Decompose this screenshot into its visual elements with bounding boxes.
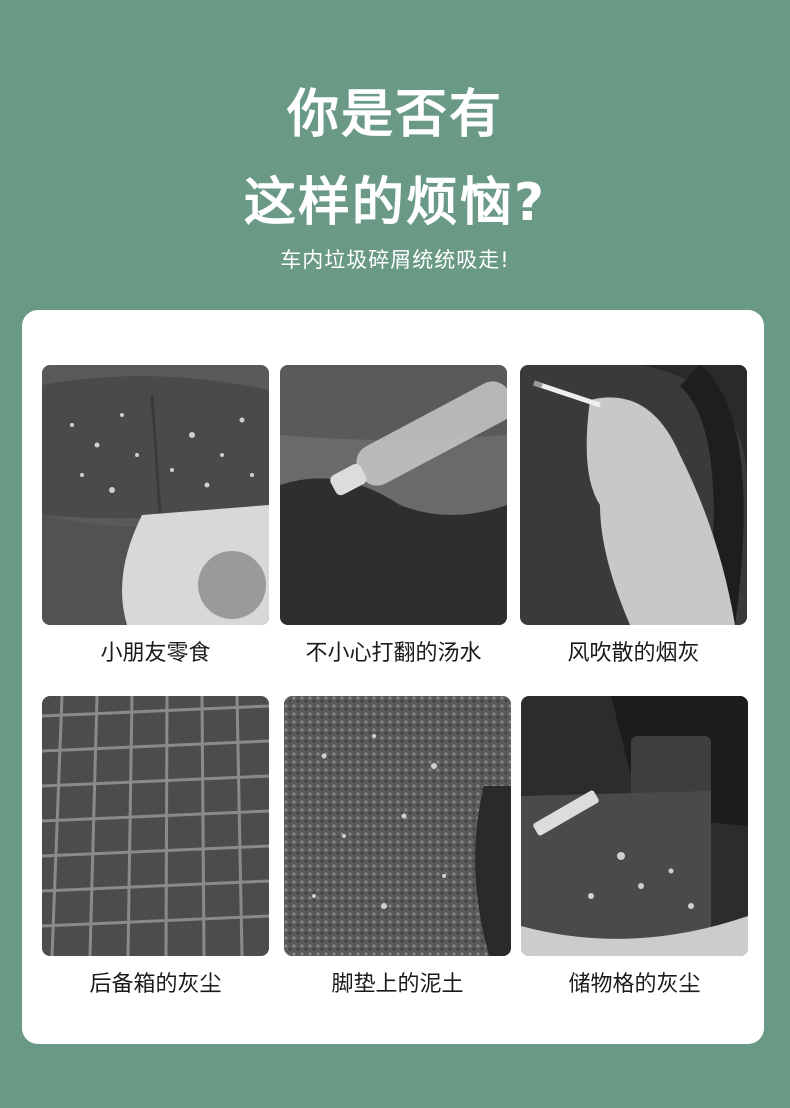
caption-spilled-soup: 不小心打翻的汤水: [305, 641, 482, 666]
caption-floor-mat-mud: 脚垫上的泥土: [331, 972, 464, 997]
trunk-dust-photo: [42, 696, 269, 956]
caption-trunk-dust: 后备箱的灰尘: [89, 972, 222, 997]
headline-line-2: 这样的烦恼?: [243, 173, 547, 233]
caption-cigarette-ash: 风吹散的烟灰: [567, 641, 700, 666]
problem-card: 小朋友零食 不小心打翻的汤水 风吹散的烟灰 后备箱的灰尘 脚垫上的泥土 储物格的…: [22, 310, 764, 1044]
floor-mat-dirt-photo: [284, 696, 511, 956]
storage-tray-dust-photo: [521, 696, 748, 956]
caption-storage-dust: 储物格的灰尘: [568, 972, 701, 997]
snack-crumbs-photo: [42, 365, 269, 625]
cigarette-ash-photo: [520, 365, 747, 625]
subheadline: 车内垃圾碎屑统统吸走!: [280, 248, 510, 272]
spilled-water-photo: [280, 365, 507, 625]
caption-snacks: 小朋友零食: [100, 641, 211, 666]
headline-line-1: 你是否有: [286, 85, 503, 145]
